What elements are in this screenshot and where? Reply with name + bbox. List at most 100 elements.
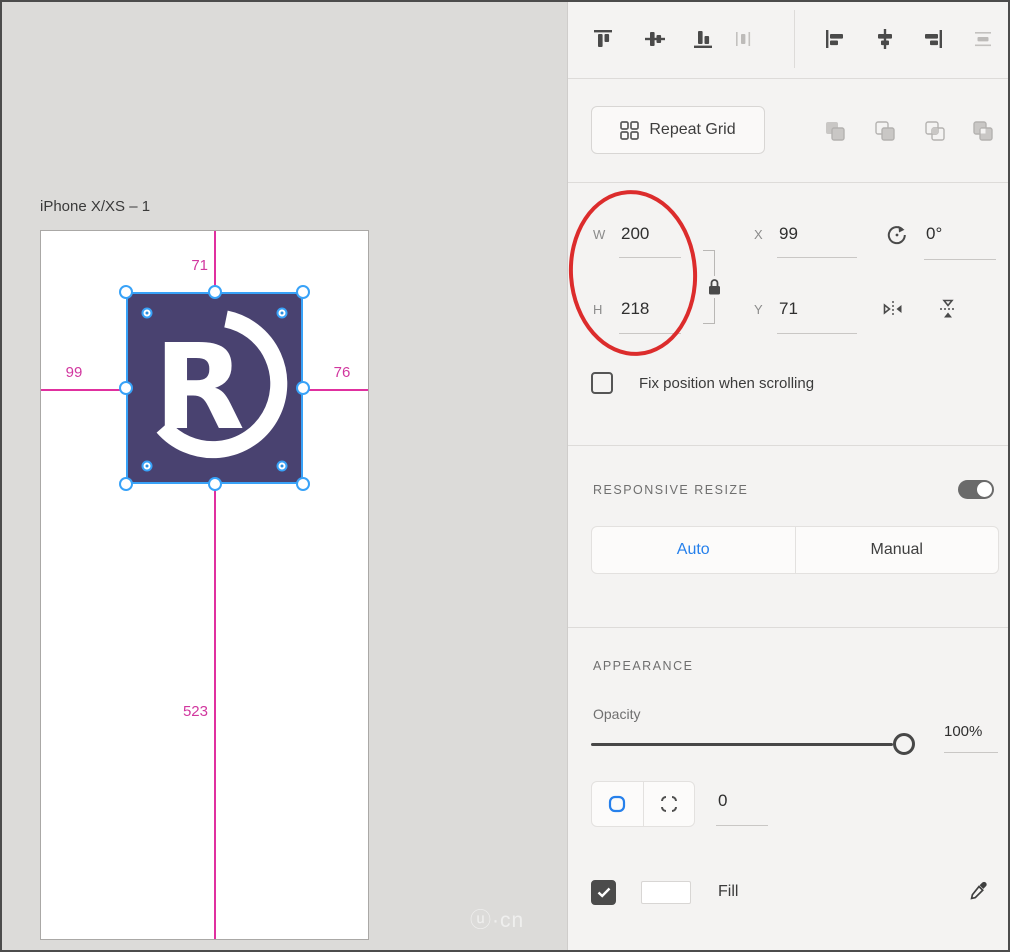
- guide-line-left: [41, 389, 126, 391]
- x-field-value[interactable]: 99: [779, 224, 798, 244]
- checkmark-icon: [597, 887, 610, 898]
- boolean-subtract-button[interactable]: [870, 116, 900, 146]
- corner-radius-handle-top-right[interactable]: [276, 307, 288, 319]
- independent-radius-icon: [660, 796, 677, 812]
- design-canvas[interactable]: iPhone X/XS – 1 71 99 76 523 R ⓤ·cn: [2, 2, 567, 950]
- wh-bracket: [703, 250, 714, 251]
- guide-line-top: [214, 231, 216, 292]
- guide-line-bottom: [214, 484, 216, 939]
- boolean-intersect-button[interactable]: [920, 116, 950, 146]
- x-field-underline: [777, 257, 857, 258]
- section-separator: [568, 445, 1008, 446]
- resize-handle-bottom-center[interactable]: [207, 477, 222, 491]
- watermark: ⓤ·cn: [470, 909, 525, 932]
- opacity-slider-track[interactable]: [591, 743, 893, 746]
- resize-handle-top-right[interactable]: [296, 285, 310, 299]
- resize-handle-middle-right[interactable]: [296, 381, 310, 395]
- boolean-exclude-icon: [973, 121, 993, 141]
- boolean-exclude-button[interactable]: [968, 116, 998, 146]
- align-right-icon: [925, 30, 942, 48]
- distribute-horizontal-icon: [736, 32, 751, 46]
- x-field-label: X: [754, 227, 763, 242]
- corner-radius-underline: [716, 825, 768, 826]
- auto-tab[interactable]: Auto: [592, 527, 796, 573]
- uniform-radius-button[interactable]: [592, 782, 644, 826]
- corner-radius-handle-top-left[interactable]: [141, 307, 153, 319]
- opacity-underline: [944, 752, 998, 753]
- resize-handle-bottom-left[interactable]: [119, 477, 133, 491]
- align-top-button[interactable]: [588, 24, 618, 54]
- flip-horizontal-icon: [883, 301, 902, 317]
- annotation-ellipse: [563, 185, 703, 361]
- rotation-value[interactable]: 0°: [926, 224, 942, 244]
- rotation-icon: [887, 226, 906, 245]
- appearance-header: APPEARANCE: [593, 659, 694, 673]
- toggle-knob: [977, 482, 992, 497]
- flip-horizontal-button[interactable]: [878, 294, 908, 324]
- corner-radius-value[interactable]: 0: [718, 791, 727, 811]
- boolean-intersect-icon: [925, 121, 945, 141]
- y-field-value[interactable]: 71: [779, 299, 798, 319]
- align-top-icon: [594, 30, 612, 47]
- responsive-resize-header: RESPONSIVE RESIZE: [593, 483, 749, 497]
- fix-position-label: Fix position when scrolling: [639, 375, 815, 392]
- rotation-underline: [924, 259, 996, 260]
- independent-radius-button[interactable]: [644, 782, 695, 826]
- resize-handle-top-center[interactable]: [207, 285, 222, 299]
- uniform-radius-icon: [609, 795, 626, 813]
- guide-label-right: 76: [333, 364, 351, 381]
- fill-label: Fill: [718, 883, 739, 900]
- y-field-underline: [777, 333, 857, 334]
- wh-bracket: [703, 323, 714, 324]
- align-vertical-center-icon: [645, 32, 665, 46]
- artboard-title[interactable]: iPhone X/XS – 1: [40, 198, 150, 215]
- resize-handle-top-left[interactable]: [119, 285, 133, 299]
- toolbar-divider: [794, 10, 795, 68]
- lock-icon: [708, 279, 720, 295]
- repeat-grid-icon: [620, 120, 640, 140]
- fix-position-checkbox[interactable]: [591, 372, 613, 394]
- opacity-label: Opacity: [593, 706, 641, 722]
- align-vertical-center-button[interactable]: [640, 24, 670, 54]
- repeat-grid-label: Repeat Grid: [649, 121, 736, 138]
- guide-label-top: 71: [191, 257, 208, 274]
- selected-logo-object[interactable]: R: [119, 285, 310, 491]
- rotation-button[interactable]: [882, 220, 912, 250]
- resize-handle-bottom-right[interactable]: [296, 477, 310, 491]
- eyedropper-button[interactable]: [964, 876, 994, 906]
- boolean-subtract-icon: [875, 121, 895, 141]
- y-field-label: Y: [754, 302, 763, 317]
- align-left-icon: [826, 30, 843, 48]
- section-separator: [568, 78, 1008, 79]
- eyedropper-icon: [970, 881, 987, 900]
- opacity-value[interactable]: 100%: [944, 723, 982, 740]
- align-left-button[interactable]: [820, 24, 850, 54]
- corner-radius-handle-bottom-right[interactable]: [276, 460, 288, 472]
- fill-color-swatch[interactable]: [641, 881, 691, 904]
- manual-tab[interactable]: Manual: [796, 527, 999, 573]
- boolean-add-icon: [826, 122, 845, 141]
- xd-window: iPhone X/XS – 1 71 99 76 523 R ⓤ·cn Repe…: [0, 0, 1010, 952]
- align-bottom-button[interactable]: [688, 24, 718, 54]
- section-separator: [568, 182, 1008, 183]
- repeat-grid-button[interactable]: Repeat Grid: [591, 106, 765, 154]
- align-horizontal-center-button[interactable]: [870, 24, 900, 54]
- lock-aspect-ratio-button[interactable]: [704, 276, 724, 298]
- align-right-button[interactable]: [918, 24, 948, 54]
- align-horizontal-center-icon: [878, 29, 892, 49]
- fill-checkbox[interactable]: [591, 880, 616, 905]
- corner-radius-control: [591, 781, 695, 827]
- boolean-add-button[interactable]: [820, 116, 850, 146]
- responsive-mode-control: Auto Manual: [591, 526, 999, 574]
- guide-label-bottom: 523: [182, 703, 208, 720]
- distribute-vertical-button[interactable]: [968, 24, 998, 54]
- flip-vertical-button[interactable]: [933, 294, 963, 324]
- opacity-slider-handle[interactable]: [893, 733, 915, 755]
- property-inspector-panel: Repeat Grid W 200 X 99 0° H 218 Y 71 Fix…: [563, 2, 1008, 950]
- guide-line-right: [303, 389, 368, 391]
- corner-radius-handle-bottom-left[interactable]: [141, 460, 153, 472]
- distribute-horizontal-button[interactable]: [728, 24, 758, 54]
- guide-label-left: 99: [65, 364, 83, 381]
- responsive-resize-toggle[interactable]: [958, 480, 994, 499]
- resize-handle-middle-left[interactable]: [119, 381, 133, 395]
